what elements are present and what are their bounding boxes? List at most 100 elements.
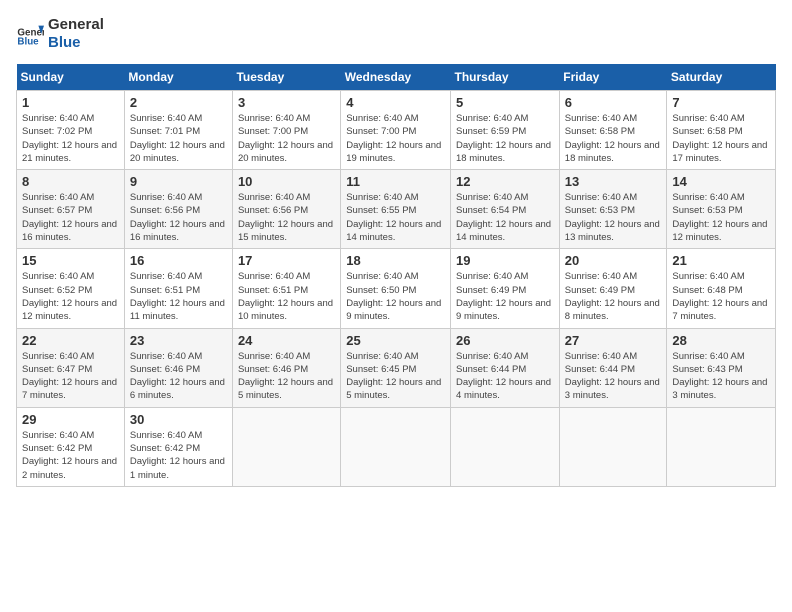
day-number: 11 [346,174,445,189]
day-info: Sunrise: 6:40 AMSunset: 6:49 PMDaylight:… [456,270,554,323]
day-info: Sunrise: 6:40 AMSunset: 6:51 PMDaylight:… [130,270,227,323]
calendar-day-30: 30 Sunrise: 6:40 AMSunset: 6:42 PMDaylig… [124,407,232,486]
day-info: Sunrise: 6:40 AMSunset: 6:45 PMDaylight:… [346,350,445,403]
calendar-day-1: 1 Sunrise: 6:40 AMSunset: 7:02 PMDayligh… [17,91,125,170]
day-info: Sunrise: 6:40 AMSunset: 6:57 PMDaylight:… [22,191,119,244]
calendar-day-4: 4 Sunrise: 6:40 AMSunset: 7:00 PMDayligh… [341,91,451,170]
day-info: Sunrise: 6:40 AMSunset: 6:44 PMDaylight:… [565,350,662,403]
calendar-day-10: 10 Sunrise: 6:40 AMSunset: 6:56 PMDaylig… [232,170,340,249]
calendar-day-8: 8 Sunrise: 6:40 AMSunset: 6:57 PMDayligh… [17,170,125,249]
day-number: 18 [346,253,445,268]
day-info: Sunrise: 6:40 AMSunset: 6:53 PMDaylight:… [565,191,662,244]
day-info: Sunrise: 6:40 AMSunset: 6:59 PMDaylight:… [456,112,554,165]
weekday-header-wednesday: Wednesday [341,64,451,91]
calendar-day-29: 29 Sunrise: 6:40 AMSunset: 6:42 PMDaylig… [17,407,125,486]
day-number: 3 [238,95,335,110]
svg-text:Blue: Blue [17,37,39,48]
calendar-day-26: 26 Sunrise: 6:40 AMSunset: 6:44 PMDaylig… [451,328,560,407]
day-info: Sunrise: 6:40 AMSunset: 6:48 PMDaylight:… [672,270,770,323]
weekday-header-sunday: Sunday [17,64,125,91]
day-info: Sunrise: 6:40 AMSunset: 6:58 PMDaylight:… [565,112,662,165]
calendar-day-empty [451,407,560,486]
day-number: 21 [672,253,770,268]
day-info: Sunrise: 6:40 AMSunset: 6:50 PMDaylight:… [346,270,445,323]
day-number: 7 [672,95,770,110]
day-number: 14 [672,174,770,189]
calendar-day-empty [232,407,340,486]
calendar-day-empty [559,407,667,486]
day-info: Sunrise: 6:40 AMSunset: 6:58 PMDaylight:… [672,112,770,165]
day-number: 12 [456,174,554,189]
calendar-week-row: 29 Sunrise: 6:40 AMSunset: 6:42 PMDaylig… [17,407,776,486]
calendar-day-2: 2 Sunrise: 6:40 AMSunset: 7:01 PMDayligh… [124,91,232,170]
calendar-day-20: 20 Sunrise: 6:40 AMSunset: 6:49 PMDaylig… [559,249,667,328]
day-info: Sunrise: 6:40 AMSunset: 7:02 PMDaylight:… [22,112,119,165]
calendar-day-27: 27 Sunrise: 6:40 AMSunset: 6:44 PMDaylig… [559,328,667,407]
calendar-day-17: 17 Sunrise: 6:40 AMSunset: 6:51 PMDaylig… [232,249,340,328]
day-info: Sunrise: 6:40 AMSunset: 6:47 PMDaylight:… [22,350,119,403]
weekday-header-tuesday: Tuesday [232,64,340,91]
calendar-day-16: 16 Sunrise: 6:40 AMSunset: 6:51 PMDaylig… [124,249,232,328]
day-number: 10 [238,174,335,189]
day-number: 13 [565,174,662,189]
day-info: Sunrise: 6:40 AMSunset: 6:52 PMDaylight:… [22,270,119,323]
calendar-day-15: 15 Sunrise: 6:40 AMSunset: 6:52 PMDaylig… [17,249,125,328]
calendar-day-5: 5 Sunrise: 6:40 AMSunset: 6:59 PMDayligh… [451,91,560,170]
day-info: Sunrise: 6:40 AMSunset: 6:42 PMDaylight:… [130,429,227,482]
calendar-day-23: 23 Sunrise: 6:40 AMSunset: 6:46 PMDaylig… [124,328,232,407]
day-number: 4 [346,95,445,110]
weekday-header-saturday: Saturday [667,64,776,91]
calendar-day-11: 11 Sunrise: 6:40 AMSunset: 6:55 PMDaylig… [341,170,451,249]
day-number: 16 [130,253,227,268]
day-number: 27 [565,333,662,348]
day-number: 6 [565,95,662,110]
day-number: 1 [22,95,119,110]
calendar-day-25: 25 Sunrise: 6:40 AMSunset: 6:45 PMDaylig… [341,328,451,407]
weekday-header-monday: Monday [124,64,232,91]
day-info: Sunrise: 6:40 AMSunset: 6:42 PMDaylight:… [22,429,119,482]
day-number: 30 [130,412,227,427]
calendar-day-3: 3 Sunrise: 6:40 AMSunset: 7:00 PMDayligh… [232,91,340,170]
day-info: Sunrise: 6:40 AMSunset: 6:54 PMDaylight:… [456,191,554,244]
day-number: 5 [456,95,554,110]
day-number: 17 [238,253,335,268]
weekday-header-thursday: Thursday [451,64,560,91]
day-info: Sunrise: 6:40 AMSunset: 6:43 PMDaylight:… [672,350,770,403]
day-info: Sunrise: 6:40 AMSunset: 6:53 PMDaylight:… [672,191,770,244]
day-info: Sunrise: 6:40 AMSunset: 6:55 PMDaylight:… [346,191,445,244]
day-info: Sunrise: 6:40 AMSunset: 6:46 PMDaylight:… [238,350,335,403]
day-info: Sunrise: 6:40 AMSunset: 7:01 PMDaylight:… [130,112,227,165]
calendar-day-empty [667,407,776,486]
day-info: Sunrise: 6:40 AMSunset: 6:51 PMDaylight:… [238,270,335,323]
calendar-day-19: 19 Sunrise: 6:40 AMSunset: 6:49 PMDaylig… [451,249,560,328]
day-number: 19 [456,253,554,268]
calendar-day-7: 7 Sunrise: 6:40 AMSunset: 6:58 PMDayligh… [667,91,776,170]
calendar-day-14: 14 Sunrise: 6:40 AMSunset: 6:53 PMDaylig… [667,170,776,249]
calendar-week-row: 15 Sunrise: 6:40 AMSunset: 6:52 PMDaylig… [17,249,776,328]
day-number: 22 [22,333,119,348]
weekday-header-friday: Friday [559,64,667,91]
calendar-day-13: 13 Sunrise: 6:40 AMSunset: 6:53 PMDaylig… [559,170,667,249]
day-number: 28 [672,333,770,348]
calendar-table: SundayMondayTuesdayWednesdayThursdayFrid… [16,64,776,487]
day-info: Sunrise: 6:40 AMSunset: 6:44 PMDaylight:… [456,350,554,403]
calendar-day-9: 9 Sunrise: 6:40 AMSunset: 6:56 PMDayligh… [124,170,232,249]
calendar-day-18: 18 Sunrise: 6:40 AMSunset: 6:50 PMDaylig… [341,249,451,328]
page-header: General Blue General Blue [16,16,776,52]
day-number: 20 [565,253,662,268]
calendar-day-21: 21 Sunrise: 6:40 AMSunset: 6:48 PMDaylig… [667,249,776,328]
day-number: 8 [22,174,119,189]
calendar-week-row: 22 Sunrise: 6:40 AMSunset: 6:47 PMDaylig… [17,328,776,407]
calendar-week-row: 8 Sunrise: 6:40 AMSunset: 6:57 PMDayligh… [17,170,776,249]
day-info: Sunrise: 6:40 AMSunset: 7:00 PMDaylight:… [346,112,445,165]
logo: General Blue General Blue [16,16,104,52]
day-number: 26 [456,333,554,348]
day-number: 9 [130,174,227,189]
day-number: 23 [130,333,227,348]
weekday-header-row: SundayMondayTuesdayWednesdayThursdayFrid… [17,64,776,91]
day-info: Sunrise: 6:40 AMSunset: 6:46 PMDaylight:… [130,350,227,403]
calendar-day-22: 22 Sunrise: 6:40 AMSunset: 6:47 PMDaylig… [17,328,125,407]
logo-icon: General Blue [16,20,44,48]
day-info: Sunrise: 6:40 AMSunset: 7:00 PMDaylight:… [238,112,335,165]
calendar-day-24: 24 Sunrise: 6:40 AMSunset: 6:46 PMDaylig… [232,328,340,407]
